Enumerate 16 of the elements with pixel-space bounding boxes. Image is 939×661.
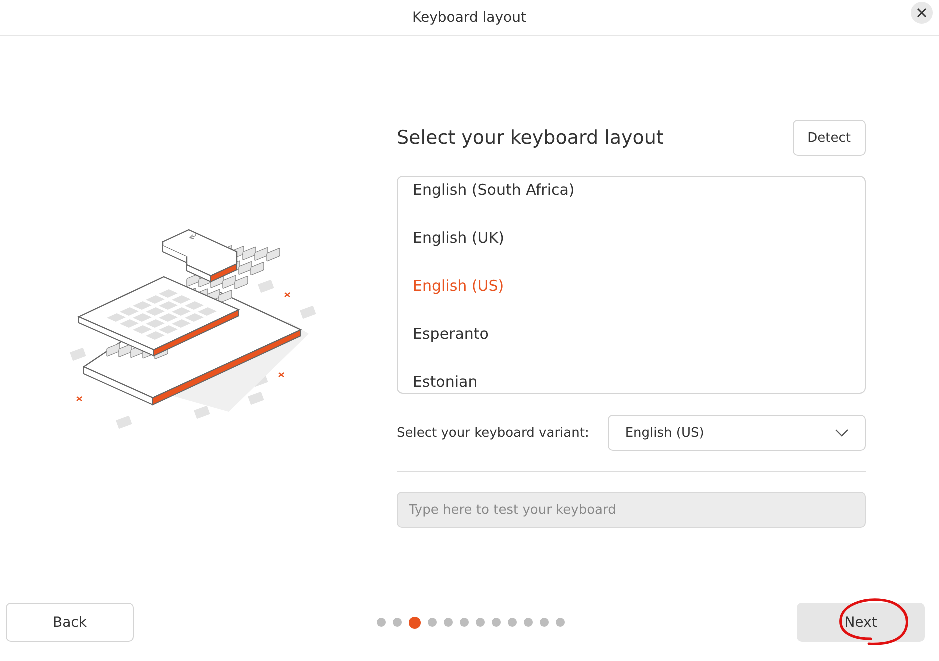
chevron-down-icon (835, 429, 849, 437)
next-button[interactable]: Next (797, 603, 925, 642)
close-button[interactable] (911, 2, 933, 24)
variant-dropdown[interactable]: English (US) (608, 415, 866, 451)
layout-list-item[interactable]: Esperanto (398, 310, 865, 358)
layout-list-item[interactable]: English (UK) (398, 214, 865, 262)
close-icon (917, 8, 927, 18)
window-title: Keyboard layout (412, 10, 526, 26)
detect-button[interactable]: Detect (792, 120, 866, 156)
layout-list-item[interactable]: Estonian (398, 358, 865, 393)
page-heading: Select your keyboard layout (397, 127, 664, 149)
test-input-field[interactable]: Type here to test your keyboard (397, 492, 866, 528)
layout-list-item[interactable]: English (US) (398, 262, 865, 310)
layout-list-item[interactable]: English (South Africa) (398, 177, 865, 214)
variant-label: Select your keyboard variant: (397, 426, 590, 440)
back-button[interactable]: Back (6, 603, 134, 642)
